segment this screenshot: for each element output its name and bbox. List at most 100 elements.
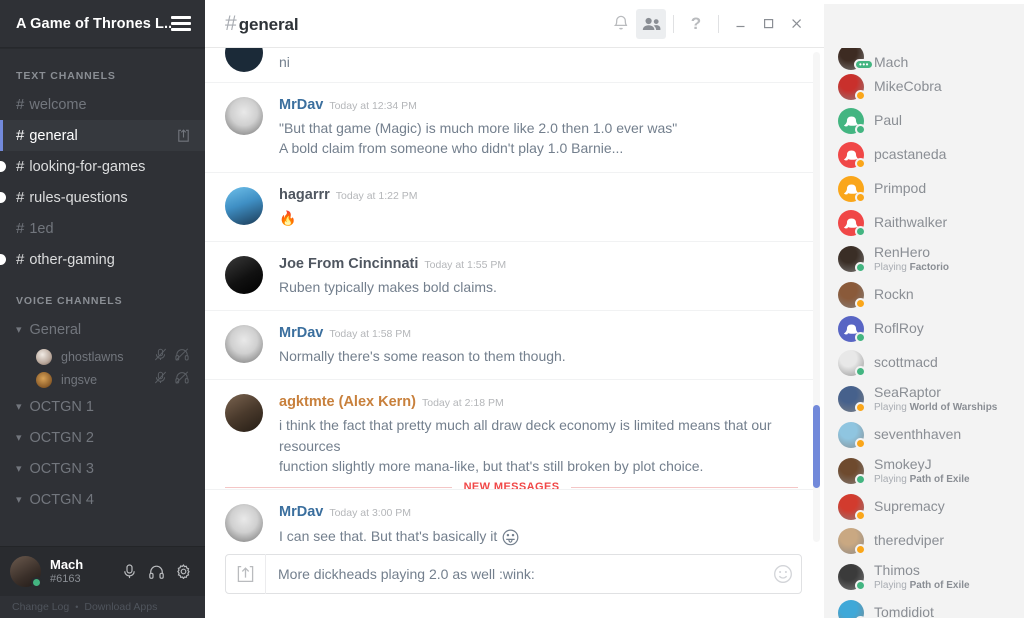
member-list-item[interactable]: ••• Mach: [824, 48, 1024, 70]
divider-line-left: [225, 486, 452, 488]
upload-icon[interactable]: [226, 554, 266, 594]
member-name: Thimos: [874, 562, 920, 579]
avatar[interactable]: [225, 394, 263, 433]
status-badge: •••: [854, 59, 874, 70]
headphones-icon[interactable]: [143, 558, 170, 586]
member-list-item[interactable]: SmokeyJ Playing Path of Exile: [824, 452, 1024, 490]
sidebar-voice-channel-octgn-1[interactable]: ▾ OCTGN 1: [0, 391, 205, 422]
member-name: Paul: [874, 112, 903, 129]
member-list-item[interactable]: seventhhaven: [824, 418, 1024, 452]
sidebar-voice-channel-octgn-3[interactable]: ▾ OCTGN 3: [0, 453, 205, 484]
member-list-item[interactable]: theredviper: [824, 524, 1024, 558]
sidebar-voice-channel-general[interactable]: ▾ General: [0, 314, 205, 345]
message-author[interactable]: hagarrr: [279, 187, 330, 203]
avatar: [36, 371, 52, 388]
sidebar-channel-welcome[interactable]: # welcome: [0, 89, 205, 120]
message: agktmte (Alex Kern) Today at 2:18 PM i thi…: [205, 379, 814, 489]
avatar[interactable]: [10, 556, 42, 588]
member-list-item[interactable]: Thimos Playing Path of Exile: [824, 558, 1024, 596]
voice-member-ingsve[interactable]: ingsve: [0, 368, 205, 391]
message-meta: agktmte (Alex Kern) Today at 2:18 PM: [279, 394, 798, 410]
mic-icon[interactable]: [116, 558, 143, 586]
message-text: 🔥: [279, 209, 297, 226]
member-list-item[interactable]: Paul: [824, 104, 1024, 138]
chevron-down-icon: ▾: [16, 463, 22, 475]
sidebar-channel-1ed[interactable]: #1ed: [0, 213, 205, 244]
member-list-item[interactable]: MikeCobra: [824, 70, 1024, 104]
members-icon[interactable]: [636, 8, 666, 39]
unread-indicator: [0, 161, 6, 172]
gear-icon[interactable]: [170, 558, 197, 586]
member-name: Rockn: [874, 286, 914, 303]
username: Mach: [50, 557, 84, 573]
avatar[interactable]: [225, 48, 263, 72]
help-icon[interactable]: ?: [681, 9, 711, 39]
sidebar-voice-channel-octgn-4[interactable]: ▾ OCTGN 4: [0, 484, 205, 515]
member-list-item[interactable]: SeaRaptor Playing World of Warships: [824, 380, 1024, 418]
member-list-item[interactable]: Rockn: [824, 278, 1024, 312]
voice-member-ghostlawns[interactable]: ghostlawns: [0, 345, 205, 368]
message-input[interactable]: [266, 566, 765, 582]
voice-channel-label: OCTGN 2: [29, 429, 94, 446]
sidebar-channel-rules-questions[interactable]: # rules-questions: [0, 182, 205, 213]
change-log-link[interactable]: Change Log: [12, 601, 69, 613]
composer-box[interactable]: [225, 554, 802, 594]
avatar[interactable]: [225, 325, 263, 364]
message-meta: MrDav Today at 1:58 PM: [279, 325, 798, 341]
avatar[interactable]: [225, 255, 263, 294]
member-list-item[interactable]: Supremacy: [824, 490, 1024, 524]
channel-title: # general: [225, 12, 606, 36]
user-discriminator: #6163: [50, 572, 81, 585]
hamburger-icon[interactable]: [171, 16, 191, 31]
channel-hash: #: [225, 11, 237, 35]
sidebar-voice-channel-octgn-2[interactable]: ▾ OCTGN 2: [0, 422, 205, 453]
message-author[interactable]: Joe From Cincinnati: [279, 256, 418, 272]
member-info: SeaRaptor Playing World of Warships: [874, 384, 998, 413]
text-channel-group: # welcome # general # looking-for-games # rules…: [0, 89, 205, 275]
scrollbar[interactable]: [813, 52, 820, 542]
server-sidebar: A Game of Thrones L... TEXT CHANNELS # we…: [0, 0, 205, 618]
bell-icon[interactable]: [606, 9, 636, 39]
hash-icon: #: [16, 127, 25, 144]
member-list-item[interactable]: Raithwalker: [824, 206, 1024, 240]
message: Joe From Cincinnati Today at 1:55 PM Ruben…: [205, 240, 814, 310]
message-body: ni: [279, 52, 798, 72]
member-list-item[interactable]: RoflRoy: [824, 312, 1024, 346]
activity-prefix: Playing: [874, 473, 907, 485]
member-list-item[interactable]: scottmacd: [824, 346, 1024, 380]
sidebar-channel-general[interactable]: # general: [0, 120, 205, 151]
member-list-item[interactable]: Primpod: [824, 172, 1024, 206]
activity-prefix: Playing: [874, 401, 907, 413]
message-text: ni: [279, 53, 290, 70]
avatar[interactable]: [225, 186, 263, 225]
guild-header[interactable]: A Game of Thrones L...: [0, 0, 205, 48]
header-actions: ?: [606, 8, 810, 39]
member-list-item[interactable]: pcastaneda: [824, 138, 1024, 172]
maximize-button[interactable]: [754, 10, 782, 38]
message-scroll-content: ni MrDav Today at 12:34 PM "But that game (…: [205, 48, 814, 546]
message-timestamp: Today at 1:22 PM: [335, 189, 418, 202]
message-author[interactable]: MrDav: [279, 325, 323, 341]
window-top-strip: [0, 0, 205, 4]
message-author[interactable]: agktmte (Alex Kern): [279, 394, 416, 410]
message-author[interactable]: MrDav: [279, 97, 323, 113]
member-list-item[interactable]: RenHero Playing Factorio: [824, 240, 1024, 278]
invite-icon[interactable]: [178, 129, 189, 142]
avatar[interactable]: [225, 97, 263, 135]
scrollbar-thumb[interactable]: [813, 404, 820, 489]
sidebar-channel-other-gaming[interactable]: # other-gaming: [0, 244, 205, 275]
emoji-icon[interactable]: [765, 554, 801, 594]
member-list[interactable]: ••• Mach MikeCobra Paul pcastaneda Primpod Rai…: [824, 0, 1024, 618]
avatar[interactable]: [225, 504, 263, 543]
download-apps-link[interactable]: Download Apps: [84, 601, 157, 613]
avatar: [838, 494, 866, 521]
member-list-item[interactable]: Tomdidiot: [824, 596, 1024, 618]
status-badge: [855, 124, 866, 135]
activity-game: World of Warships: [909, 401, 998, 413]
close-button[interactable]: [782, 10, 810, 38]
member-info: pcastaneda: [874, 146, 946, 162]
minimize-button[interactable]: [726, 10, 754, 38]
message-list[interactable]: ni MrDav Today at 12:34 PM "But that game (…: [205, 48, 824, 546]
message-author[interactable]: MrDav: [279, 504, 323, 520]
sidebar-channel-looking-for-games[interactable]: # looking-for-games: [0, 151, 205, 182]
